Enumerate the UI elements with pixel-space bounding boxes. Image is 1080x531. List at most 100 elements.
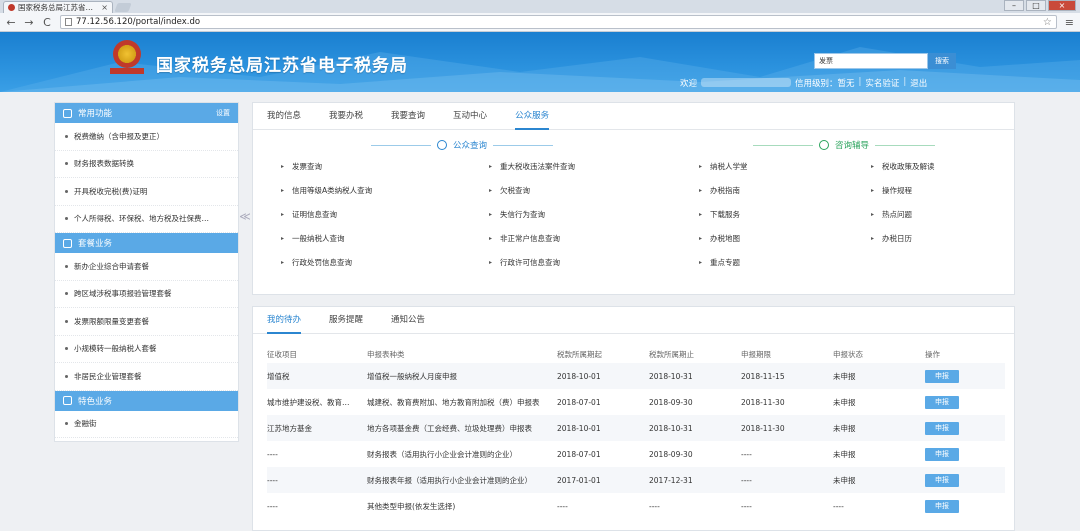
browser-menu-icon[interactable]: ≡ [1065,16,1074,29]
sidebar-item[interactable]: 开具税收完税(费)证明 [55,178,238,206]
sidebar-item-label: 个人所得税、环保税、地方税及社保费… [74,214,209,224]
main-tabs: 我的信息 我要办税 我要查询 互动中心 公众服务 [253,103,1014,130]
settings-link[interactable]: 设置 [216,108,230,118]
bookmark-star-icon[interactable]: ☆ [1043,17,1052,28]
link-item[interactable]: ▸ 发票查询 [281,161,372,172]
sidebar-item-label: 小规模转一般纳税人套餐 [74,344,157,354]
link-item[interactable]: ▸ 信用等级A类纳税人查询 [281,185,372,196]
reload-icon[interactable]: C [42,16,52,29]
address-bar[interactable]: 77.12.56.120/portal/index.do ☆ [60,15,1057,29]
link-item[interactable]: ▸ 行政处罚信息查询 [281,257,372,268]
link-item[interactable]: ▸ 行政许可信息查询 [489,257,575,268]
table-cell: ---- [557,501,568,511]
link-item[interactable]: ▸ 办税日历 [871,233,935,244]
browser-tab[interactable]: 国家税务总局江苏省… × [3,1,113,13]
sidebar-item[interactable]: 财务报表数据转换 [55,151,238,178]
new-tab-button[interactable] [114,3,132,12]
browser-tab-title: 国家税务总局江苏省… [18,3,93,12]
realname-link[interactable]: 实名验证 [865,77,899,89]
sidebar-item[interactable]: 个人所得税、环保税、地方税及社保费… [55,206,238,233]
link-label: 非正常户信息查询 [500,233,561,243]
link-item[interactable]: ▸ 热点问题 [871,209,935,220]
link-item[interactable]: ▸ 非正常户信息查询 [489,233,575,244]
sidebar-item[interactable]: 发票限额限量变更套餐 [55,308,238,336]
tab-my-todo[interactable]: 我的待办 [267,307,302,334]
link-label: 办税日历 [882,233,913,243]
section-title: 特色业务 [78,396,113,407]
declare-button[interactable]: 申报 [925,447,959,461]
declare-button[interactable]: 申报 [925,473,959,487]
sidebar-item[interactable]: 金融街 [55,411,238,438]
logout-link[interactable]: 退出 [910,77,927,89]
link-item[interactable]: ▸ 税收政策及解读 [871,161,935,172]
link-item[interactable]: ▸ 重点专题 [699,257,748,268]
redacted-username [701,78,792,87]
sidebar: 常用功能 设置 税费缴纳（含申报及更正） 财务报表数据转换 开具税收完税(费)证… [54,102,239,442]
sidebar-item-label: 新办企业综合申请套餐 [74,261,149,271]
tab-tax-handling[interactable]: 我要办税 [329,103,363,130]
declare-button[interactable]: 申报 [925,369,959,383]
sidebar-item[interactable]: 非居民企业管理套餐 [55,363,238,391]
tax-emblem-icon [110,40,144,78]
sidebar-item[interactable]: 跨区域涉税事项报验管理套餐 [55,281,238,308]
sidebar-item-label: 开具税收完税(费)证明 [74,186,148,196]
window-close-button[interactable]: × [1048,0,1076,11]
tab-close-icon[interactable]: × [101,3,108,12]
table-row: ---- 其他类型申报(依发生选择) ---- ---- ---- ---- 申… [267,493,1005,519]
table-cell: 增值税一般纳税人月度申报 [367,363,557,389]
search-button[interactable]: 搜索 [928,53,956,69]
sidebar-item-label: 财务报表数据转换 [74,159,134,169]
tab-service-reminder[interactable]: 服务提醒 [329,307,363,334]
declare-button[interactable]: 申报 [925,421,959,435]
table-cell: 2018-09-30 [649,397,693,407]
link-item[interactable]: ▸ 办税指南 [699,185,748,196]
link-label: 欠税查询 [500,185,531,195]
tab-query[interactable]: 我要查询 [391,103,425,130]
sidebar-section-packages[interactable]: 套餐业务 [55,233,238,253]
minimize-button[interactable]: – [1004,0,1024,11]
sidebar-section-featured[interactable]: 特色业务 [55,390,238,411]
table-cell: 未申报 [833,415,925,441]
link-label: 发票查询 [292,161,323,171]
back-icon[interactable]: ← [6,16,16,29]
grid-icon [63,396,72,405]
sidebar-item[interactable]: 新办企业综合申请套餐 [55,253,238,281]
consult-icon [819,140,829,150]
table-cell: ---- [267,467,367,493]
sidebar-item[interactable]: 税费缴纳（含申报及更正） [55,123,238,151]
collapse-sidebar-icon[interactable]: ≪ [239,210,251,230]
search-input[interactable] [814,53,928,69]
forward-icon[interactable]: → [24,16,34,29]
link-item[interactable]: ▸ 证明信息查询 [281,209,372,220]
credit-level: 信用级别：暂无 [795,79,855,89]
declare-button[interactable]: 申报 [925,395,959,409]
link-item[interactable]: ▸ 重大税收违法案件查询 [489,161,575,172]
col-header: 征收项目 [267,349,297,359]
link-item[interactable]: ▸ 办税地图 [699,233,748,244]
window-controls: – □ × [1004,0,1076,11]
sidebar-section-common[interactable]: 常用功能 设置 [55,103,238,123]
link-item[interactable]: ▸ 操作规程 [871,185,935,196]
table-cell: 江苏地方基金 [267,415,367,441]
tab-public-service[interactable]: 公众服务 [515,103,550,130]
user-bar: 欢迎 信用级别：暂无 | 实名验证 | 退出 [680,77,927,89]
link-item[interactable]: ▸ 下载服务 [699,209,748,220]
tab-interaction[interactable]: 互动中心 [453,103,487,130]
sidebar-item-label: 发票限额限量变更套餐 [74,316,149,326]
consult-heading: 咨询辅导 [753,139,936,151]
tab-notice[interactable]: 通知公告 [391,307,425,334]
link-item[interactable]: ▸ 一般纳税人查询 [281,233,372,244]
link-label: 重点专题 [710,257,741,267]
table-cell: ---- [741,467,833,493]
maximize-button[interactable]: □ [1026,0,1046,11]
link-label: 行政许可信息查询 [500,257,561,267]
table-cell: 2017-01-01 [557,467,649,493]
link-item[interactable]: ▸ 欠税查询 [489,185,575,196]
declare-button[interactable]: 申报 [925,499,959,513]
section-title: 咨询辅导 [835,141,870,151]
tab-my-info[interactable]: 我的信息 [267,103,301,130]
link-item[interactable]: ▸ 纳税人学堂 [699,161,748,172]
sidebar-item[interactable]: 小规模转一般纳税人套餐 [55,336,238,363]
link-item[interactable]: ▸ 失信行为查询 [489,209,575,220]
table-cell: 2018-10-31 [649,415,741,441]
